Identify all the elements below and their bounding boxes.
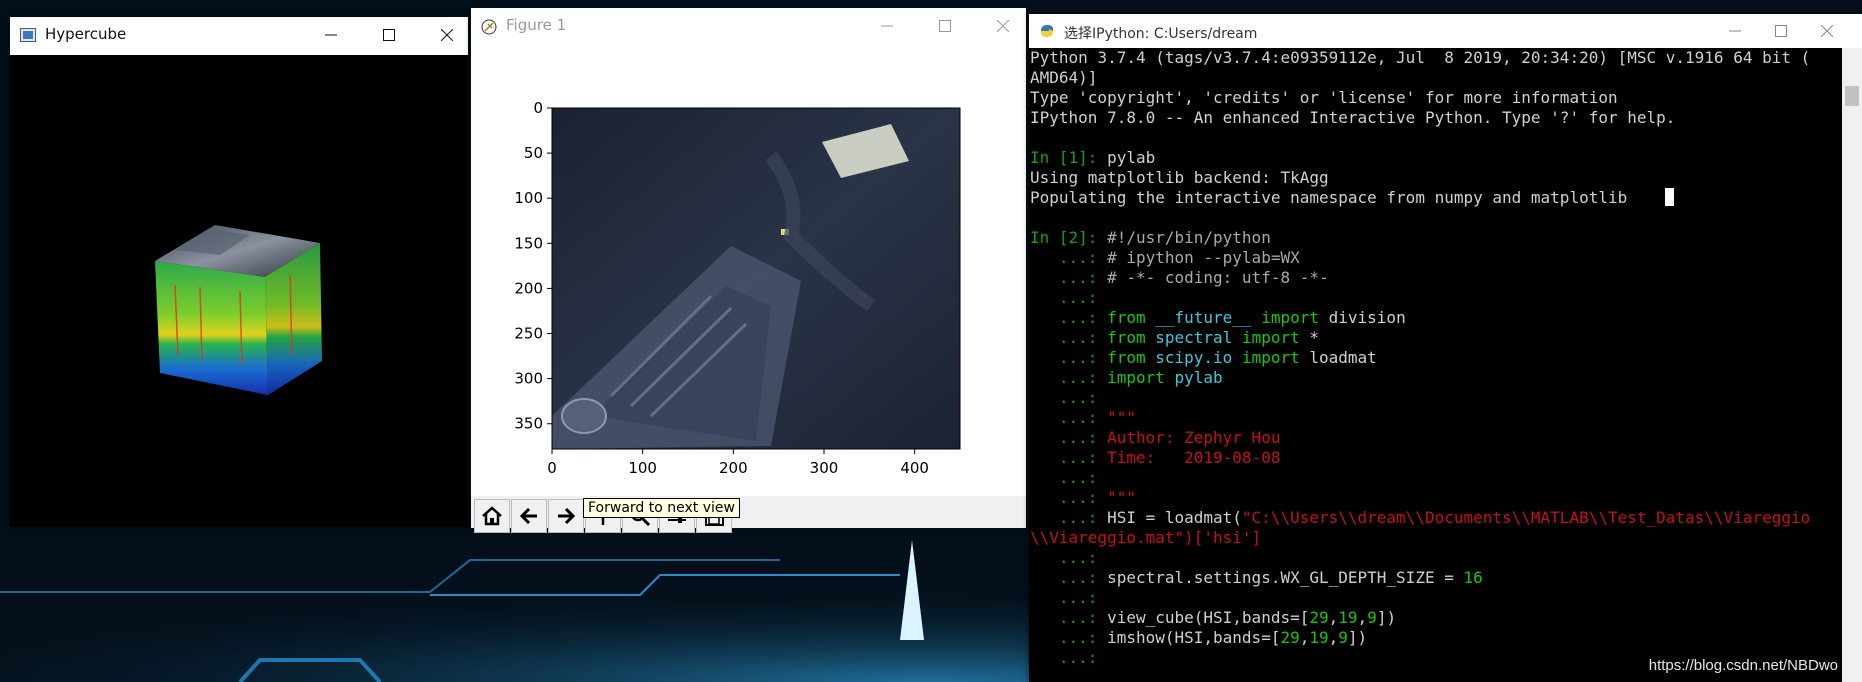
console-line: ...: [1030, 388, 1098, 407]
maximize-button[interactable] [1758, 14, 1804, 48]
console-line: \\Viareggio.mat")['hsi'] [1030, 528, 1262, 547]
console-line: ...: Time: 2019-08-08 [1030, 448, 1281, 467]
console-line: ...: Author: Zephyr Hou [1030, 428, 1281, 447]
console-line: ...: [1030, 288, 1098, 307]
matplotlib-toolbar [471, 496, 1026, 533]
console-line: AMD64)] [1030, 68, 1098, 87]
console-line: ...: from __future__ import division [1030, 308, 1406, 327]
console-line: ...: spectral.settings.WX_GL_DEPTH_SIZE … [1030, 568, 1483, 587]
y-tick-label: 50 [524, 144, 543, 162]
console-scrollbar[interactable] [1842, 48, 1862, 682]
console-line: ...: [1030, 588, 1098, 607]
y-tick-label: 200 [514, 279, 543, 297]
console-line: ...: [1030, 468, 1098, 487]
watermark-url: https://blog.csdn.net/NBDwo [1648, 657, 1838, 674]
console-line: ...: """ [1030, 408, 1136, 427]
console-line: ...: """ [1030, 488, 1136, 507]
home-icon [482, 506, 502, 526]
hypercube-canvas[interactable] [10, 55, 468, 527]
x-tick-label: 100 [628, 459, 657, 477]
y-tick-label: 100 [514, 189, 543, 207]
window-title: Hypercube [45, 25, 127, 43]
maximize-button[interactable] [922, 8, 968, 44]
y-tick-label: 350 [514, 415, 543, 433]
scrollbar-thumb[interactable] [1845, 86, 1859, 106]
console-line: Type 'copyright', 'credits' or 'license'… [1030, 88, 1618, 107]
console-line: ...: import pylab [1030, 368, 1223, 387]
window-app-icon [20, 27, 36, 43]
x-tick-label: 0 [547, 459, 557, 477]
figure-plot-area[interactable]: 0 50 100 150 200 250 300 350 0 100 200 300 400 [471, 46, 1026, 496]
minimize-button[interactable] [308, 17, 354, 53]
hypercube-window[interactable]: Hypercube [10, 17, 468, 527]
x-tick-label: 200 [719, 459, 748, 477]
close-button[interactable] [1804, 14, 1850, 48]
back-button[interactable] [511, 499, 547, 533]
x-tick-label: 300 [810, 459, 839, 477]
minimize-button[interactable] [864, 8, 910, 44]
window-title: Figure 1 [506, 16, 567, 34]
console-line: ...: HSI = loadmat("C:\\Users\\dream\\Do… [1030, 508, 1811, 527]
console-line: IPython 7.8.0 -- An enhanced Interactive… [1030, 108, 1676, 127]
figure-titlebar[interactable]: Figure 1 [471, 8, 1026, 46]
hyperspectral-cube-render [155, 225, 322, 395]
toolbar-tooltip: Forward to next view [583, 498, 740, 518]
text-cursor [1665, 188, 1675, 206]
y-axis: 0 50 100 150 200 250 300 350 [514, 99, 552, 433]
y-tick-label: 0 [533, 99, 543, 117]
console-line: ...: imshow(HSI,bands=[29,19,9]) [1030, 628, 1368, 647]
console-line: Python 3.7.4 (tags/v3.7.4:e09359112e, Ju… [1030, 48, 1811, 67]
close-button[interactable] [424, 17, 470, 53]
x-tick-label: 400 [900, 459, 929, 477]
console-line: In [1]: pylab [1030, 148, 1156, 167]
maximize-button[interactable] [366, 17, 412, 53]
y-tick-label: 300 [514, 370, 543, 388]
forward-button[interactable] [548, 499, 584, 533]
hypercube-titlebar[interactable]: Hypercube [10, 17, 468, 53]
console-line: ...: view_cube(HSI,bands=[29,19,9]) [1030, 608, 1397, 627]
console-titlebar[interactable]: 选择IPython: C:Users/dream [1029, 14, 1862, 48]
close-button[interactable] [980, 8, 1026, 44]
imshow-axes: 0 50 100 150 200 250 300 350 0 100 200 300 400 [514, 99, 961, 477]
console-line: ...: # -*- coding: utf-8 -*- [1030, 268, 1329, 287]
figure-window[interactable]: Figure 1 0 50 100 150 200 250 300 350 0 … [471, 8, 1026, 533]
console-line: ...: # ipython --pylab=WX [1030, 248, 1300, 267]
tk-feather-icon [481, 19, 497, 35]
home-button[interactable] [474, 499, 510, 533]
console-line: ...: from scipy.io import loadmat [1030, 348, 1377, 367]
console-line: Populating the interactive namespace fro… [1029, 188, 1842, 208]
y-tick-label: 150 [514, 234, 543, 252]
console-line: ...: [1030, 548, 1098, 567]
console-line: In [2]: #!/usr/bin/python [1030, 228, 1271, 247]
x-axis: 0 100 200 300 400 [547, 449, 929, 477]
ipython-console-window[interactable]: 选择IPython: C:Users/dream Python 3.7.4 (t… [1029, 14, 1862, 682]
console-output[interactable]: Python 3.7.4 (tags/v3.7.4:e09359112e, Ju… [1029, 48, 1842, 682]
back-arrow-icon [519, 507, 537, 525]
console-line: ...: from spectral import * [1030, 328, 1319, 347]
forward-arrow-icon [558, 507, 576, 525]
y-tick-label: 250 [514, 325, 543, 343]
python-icon [1039, 23, 1055, 39]
minimize-button[interactable] [1712, 14, 1758, 48]
window-title: 选择IPython: C:Users/dream [1064, 26, 1258, 42]
console-line: Using matplotlib backend: TkAgg [1030, 168, 1329, 187]
